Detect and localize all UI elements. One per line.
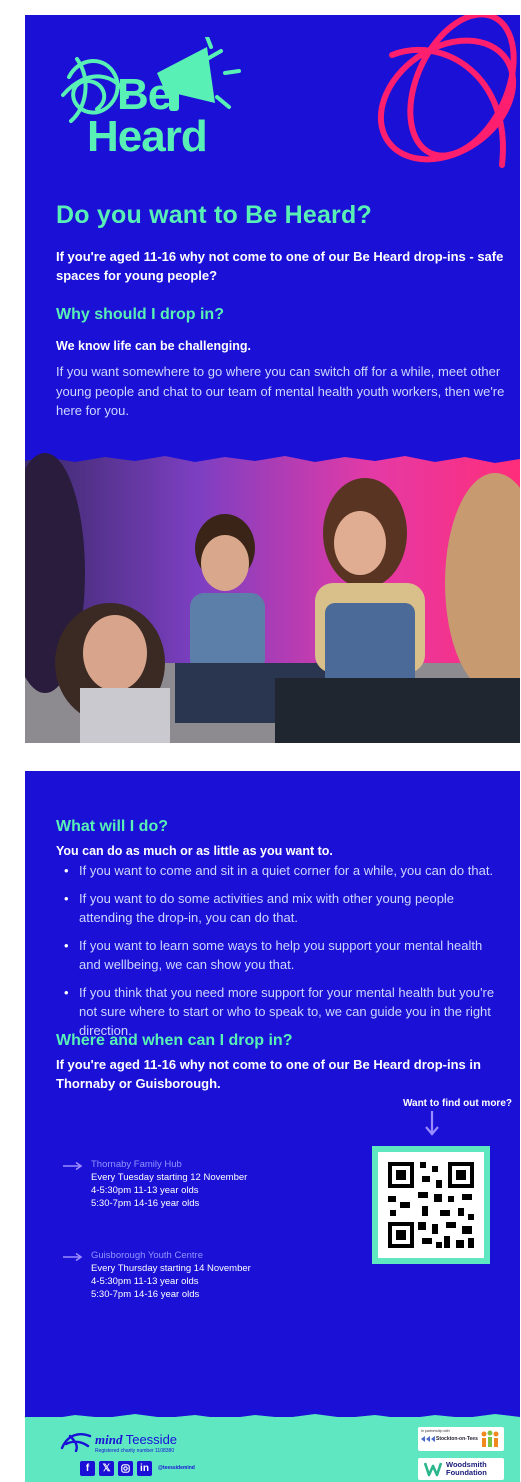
page-title: Do you want to Be Heard? [56, 201, 372, 229]
qr-code-frame [372, 1146, 490, 1264]
council-emblem-icon [421, 1436, 435, 1442]
funder-name: Woodsmith Foundation [446, 1460, 487, 1477]
where-heading: Where and when can I drop in? [56, 1032, 293, 1049]
council-name: Stockton-on-Tees [436, 1436, 478, 1442]
arrow-right-icon [63, 1253, 83, 1261]
org-name: mind Teesside [95, 1432, 178, 1447]
qr-code[interactable] [378, 1152, 484, 1258]
linkedin-icon[interactable]: in [137, 1461, 152, 1476]
charity-number: Registered charity number 1108380 [95, 1448, 175, 1454]
partner-logo-woodsmith: Woodsmith Foundation [418, 1458, 504, 1480]
why-heading: Why should I drop in? [56, 306, 224, 323]
find-out-more-label: Want to find out more? [402, 1098, 512, 1109]
location-name: Guisborough Youth Centre [91, 1250, 203, 1261]
down-arrow-icon [425, 1111, 439, 1136]
facebook-icon[interactable]: f [80, 1461, 95, 1476]
location-detail: 5:30-7pm 14-16 year olds [91, 1198, 200, 1209]
arrow-right-icon [63, 1162, 83, 1170]
location-detail: 4-5:30pm 11-13 year olds [91, 1185, 199, 1196]
x-icon[interactable]: 𝕏 [99, 1461, 114, 1476]
flyer-page-2: What will I do? You can do as much or as… [25, 771, 520, 1482]
mind-logo-icon [60, 1433, 92, 1452]
teens-photo [25, 453, 520, 743]
partnership-label: In partnership with [421, 1429, 450, 1433]
social-links: f 𝕏 in [80, 1461, 152, 1476]
logo-line-be: Be [117, 70, 172, 119]
intro-text: If you're aged 11-16 why not come to one… [56, 249, 504, 283]
why-lead: We know life can be challenging. [56, 339, 251, 353]
torn-edge [25, 1414, 520, 1421]
partner-logo-stockton: In partnership with Stockton-on-Tees [418, 1427, 504, 1451]
flyer-page-1: Be Heard Do you want to Be Heard? If you… [25, 15, 520, 743]
what-heading: What will I do? [56, 818, 168, 835]
list-item: If you want to learn some ways to help y… [62, 936, 507, 974]
family-hub-icon [481, 1430, 499, 1447]
location-detail: Every Tuesday starting 12 November [91, 1172, 248, 1183]
social-handle: @teessidemind [158, 1465, 195, 1471]
logo-line-heard: Heard [87, 112, 208, 161]
location-detail: Every Thursday starting 14 November [91, 1263, 251, 1274]
location-detail: 5:30-7pm 14-16 year olds [91, 1289, 200, 1300]
location-detail: 4-5:30pm 11-13 year olds [91, 1276, 199, 1287]
where-lead: If you're aged 11-16 why not come to one… [56, 1057, 481, 1091]
what-lead: You can do as much or as little as you w… [56, 844, 333, 858]
footer-bar: mind Teesside Registered charity number … [25, 1414, 520, 1482]
location-name: Thornaby Family Hub [91, 1159, 182, 1170]
swirl-graphic [377, 15, 517, 168]
instagram-icon[interactable] [118, 1461, 133, 1476]
list-item: If you want to come and sit in a quiet c… [62, 861, 507, 880]
list-item: If you want to do some activities and mi… [62, 889, 507, 927]
why-body: If you want somewhere to go where you ca… [56, 364, 505, 418]
activities-list: If you want to come and sit in a quiet c… [62, 861, 507, 1049]
woodsmith-w-icon [424, 1462, 442, 1477]
